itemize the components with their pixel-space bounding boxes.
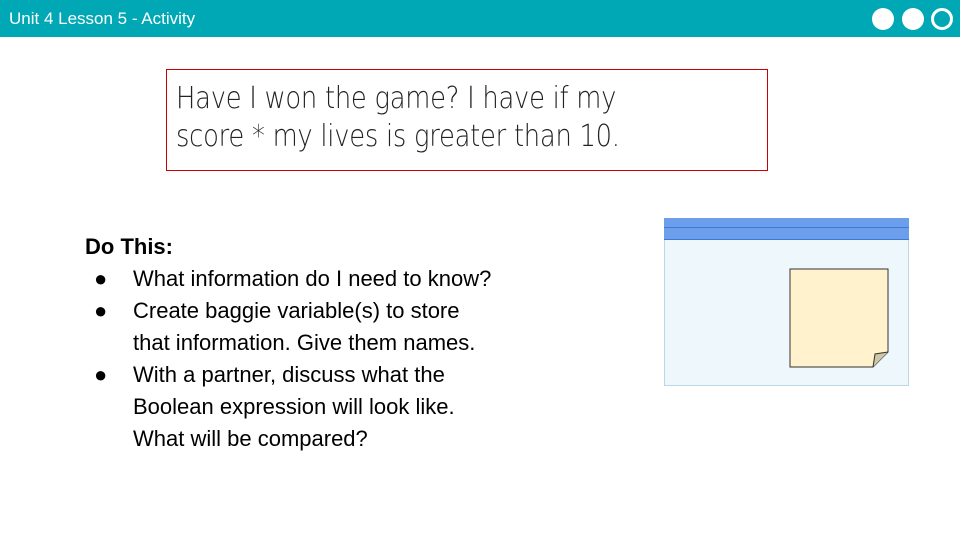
progress-dot-2-icon xyxy=(902,8,924,30)
prompt-text: Have I won the game? I have if my score … xyxy=(176,81,620,154)
titlebar-divider xyxy=(664,227,909,228)
bullet-icon: ● xyxy=(94,362,108,387)
instructions-heading: Do This: xyxy=(85,234,173,259)
prompt-box: Have I won the game? I have if my score … xyxy=(166,69,768,171)
bullet-icon: ● xyxy=(94,266,108,291)
list-item: ● Create baggie variable(s) to store tha… xyxy=(85,295,605,359)
instructions-list: ● What information do I need to know? ● … xyxy=(85,263,605,455)
list-item-text: What information do I need to know? xyxy=(133,266,492,291)
bullet-icon: ● xyxy=(94,298,108,323)
sticky-note-icon xyxy=(789,268,889,368)
list-item-text: With a partner, discuss what the Boolean… xyxy=(133,362,455,451)
window-titlebar xyxy=(664,218,909,240)
list-item-text: Create baggie variable(s) to store that … xyxy=(133,298,476,355)
app-window-icon xyxy=(664,218,909,386)
header-bar: Unit 4 Lesson 5 - Activity xyxy=(0,0,960,37)
progress-dot-3-icon xyxy=(931,8,953,30)
list-item: ● With a partner, discuss what the Boole… xyxy=(85,359,605,455)
lesson-title: Unit 4 Lesson 5 - Activity xyxy=(9,9,196,28)
progress-dot-1-icon xyxy=(872,8,894,30)
list-item: ● What information do I need to know? xyxy=(85,263,605,295)
